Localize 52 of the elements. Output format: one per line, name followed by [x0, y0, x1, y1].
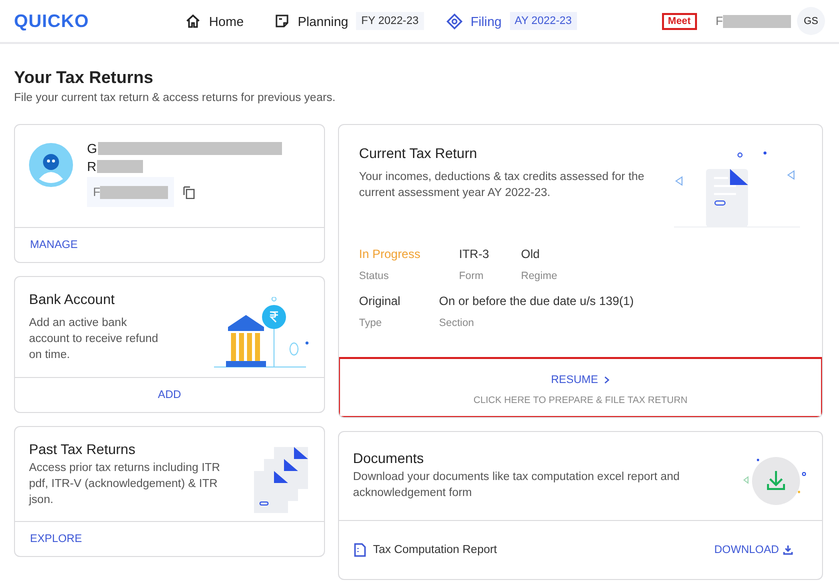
name-text: R — [87, 159, 96, 174]
redaction-bar — [97, 160, 144, 173]
download-drawing — [742, 456, 808, 506]
redaction-bar — [723, 14, 791, 28]
year-badge: AY 2022-23 — [510, 12, 577, 30]
explore-link[interactable]: EXPLORE — [30, 533, 82, 545]
download-icon — [783, 545, 793, 555]
nav-link[interactable]: Planning — [274, 13, 348, 29]
id-field: F — [87, 177, 174, 207]
resume-hint: CLICK HERE TO PREPARE & FILE TAX RETURN — [474, 395, 688, 406]
avatar-icon — [29, 143, 73, 187]
card-title: Bank Account — [29, 291, 116, 307]
manage-link[interactable]: MANAGE — [30, 239, 78, 251]
name-text: G — [87, 141, 98, 156]
logo[interactable]: QUICKO — [14, 10, 89, 32]
card-title: Past Tax Returns — [29, 441, 136, 457]
page-subtitle: File your current tax return & access returns for previous years. — [14, 92, 336, 104]
document-name: Tax Computation Report — [373, 544, 498, 556]
meet-button[interactable]: Meet — [662, 12, 697, 30]
tag-icon — [446, 12, 463, 30]
nav-link[interactable]: Filing — [446, 12, 502, 30]
add-link[interactable]: ADD — [158, 389, 182, 401]
user-name: F — [716, 14, 723, 28]
card-title: Current Tax Return — [359, 145, 478, 161]
resume-link[interactable]: RESUME — [550, 374, 610, 386]
field-value: In Progress — [359, 247, 422, 261]
card-description: Your incomes, deductions & tax credits assessed for the current assessment year AY 2022-23. — [359, 170, 646, 201]
field-label: Regime — [521, 270, 558, 282]
card-title: Documents — [353, 450, 425, 466]
note-icon — [274, 13, 290, 29]
field-label: Type — [359, 317, 383, 329]
page-title: Your Tax Returns — [14, 68, 154, 88]
field-value: ITR-3 — [459, 247, 490, 261]
nav-link[interactable]: Home — [185, 13, 244, 29]
field-value: Old — [521, 247, 541, 261]
card-description: Access prior tax returns including ITR pdf, ITR-V (acknowledgement) & ITR json. — [29, 461, 222, 508]
field-value: Original — [359, 294, 402, 308]
card-description: Add an active bank account to receive refund on time. — [29, 316, 160, 363]
documents-drawing — [254, 447, 310, 513]
user-avatar[interactable]: GS — [797, 7, 825, 35]
document-icon — [354, 543, 366, 557]
chevron-icon — [604, 376, 610, 384]
download-link[interactable]: DOWNLOAD — [714, 544, 793, 556]
year-badge: FY 2022-23 — [356, 12, 424, 30]
field-value: On or before the due date u/s 139(1) — [439, 294, 634, 308]
copy-icon[interactable] — [183, 186, 196, 198]
resume-panel[interactable]: RESUME CLICK HERE TO PREPARE & FILE TAX RETURN — [339, 357, 822, 417]
home-icon — [185, 13, 201, 29]
field-label: Status — [359, 270, 390, 282]
field-label: Section — [439, 317, 476, 329]
card-description: Download your documents like tax computation excel report and acknowledgement form — [353, 470, 681, 501]
field-label: Form — [459, 270, 484, 282]
